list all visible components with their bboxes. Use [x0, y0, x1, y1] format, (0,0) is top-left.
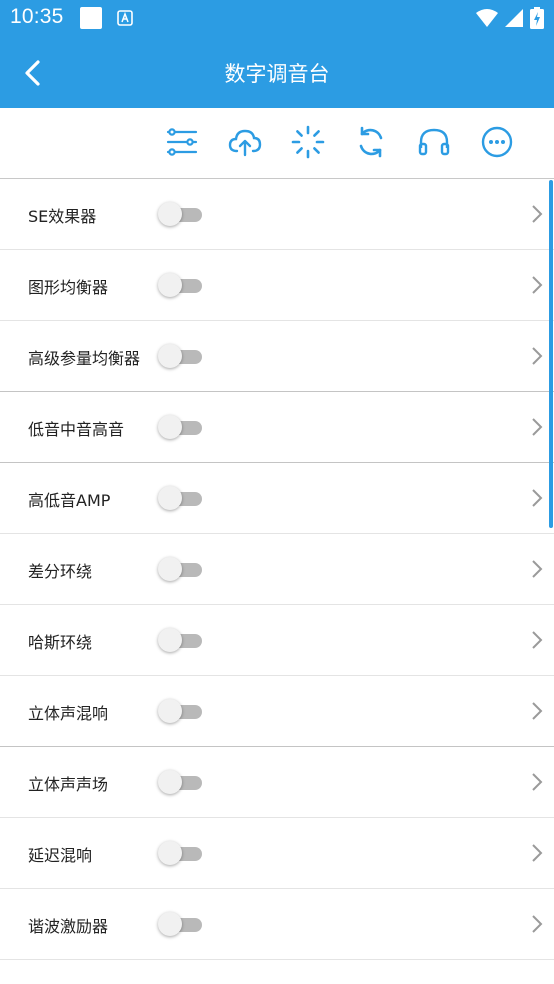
loading-spinner-icon[interactable] [290, 124, 326, 160]
equalizer-sliders-icon[interactable] [164, 124, 200, 160]
toggle-switch[interactable] [158, 770, 204, 794]
chevron-right-icon[interactable] [530, 487, 544, 509]
chevron-right-icon[interactable] [530, 913, 544, 935]
toggle-switch[interactable] [158, 628, 204, 652]
list-item-label: 高级参量均衡器 [28, 349, 141, 368]
chevron-right-icon[interactable] [530, 700, 544, 722]
app-header: 数字调音台 [0, 38, 554, 108]
effects-list: SE效果器 图形均衡器 高级参量均衡器 低音中音高音 高低音AMP 差分环绕 哈… [0, 179, 554, 960]
list-item-label: 低音中音高音 [28, 420, 125, 439]
wifi-icon [476, 9, 498, 27]
chevron-right-icon[interactable] [530, 416, 544, 438]
toggle-switch[interactable] [158, 699, 204, 723]
chevron-right-icon[interactable] [530, 629, 544, 651]
toggle-switch[interactable] [158, 415, 204, 439]
toggle-switch[interactable] [158, 841, 204, 865]
list-item-label: 谐波激励器 [28, 917, 109, 936]
list-item-label: SE效果器 [28, 207, 97, 226]
cloud-upload-icon[interactable] [227, 124, 263, 160]
chevron-right-icon[interactable] [530, 203, 544, 225]
list-item-se-effect[interactable]: SE效果器 [0, 179, 554, 250]
toggle-switch[interactable] [158, 557, 204, 581]
status-time: 10:35 [10, 5, 64, 28]
list-item-label: 延迟混响 [28, 846, 93, 865]
status-bar: 10:35 [0, 0, 554, 38]
list-item-diff-surround[interactable]: 差分环绕 [0, 534, 554, 605]
more-options-icon[interactable] [479, 124, 515, 160]
chevron-right-icon[interactable] [530, 842, 544, 864]
app-notification-icon [117, 10, 133, 26]
list-item-label: 高低音AMP [28, 491, 111, 510]
signal-icon [505, 9, 523, 27]
list-item-parametric-eq[interactable]: 高级参量均衡器 [0, 321, 554, 392]
scrollbar[interactable] [549, 180, 553, 528]
toggle-switch[interactable] [158, 486, 204, 510]
list-item-label: 哈斯环绕 [28, 633, 93, 652]
list-item-graphic-eq[interactable]: 图形均衡器 [0, 250, 554, 321]
toggle-switch[interactable] [158, 202, 204, 226]
list-item-label: 图形均衡器 [28, 278, 109, 297]
toggle-switch[interactable] [158, 344, 204, 368]
sync-icon[interactable] [353, 124, 389, 160]
list-item-amp[interactable]: 高低音AMP [0, 463, 554, 534]
battery-charging-icon [530, 7, 544, 29]
toolbar [0, 108, 554, 179]
page-title: 数字调音台 [224, 62, 330, 86]
list-item-harmonic-exciter[interactable]: 谐波激励器 [0, 889, 554, 960]
chevron-right-icon[interactable] [530, 771, 544, 793]
chevron-right-icon[interactable] [530, 345, 544, 367]
list-item-stereo-field[interactable]: 立体声声场 [0, 747, 554, 818]
list-item-label: 立体声声场 [28, 775, 109, 794]
notification-square-icon [80, 7, 102, 29]
toggle-switch[interactable] [158, 912, 204, 936]
list-item-label: 立体声混响 [28, 704, 109, 723]
chevron-right-icon[interactable] [530, 274, 544, 296]
chevron-right-icon[interactable] [530, 558, 544, 580]
headphones-icon[interactable] [416, 124, 452, 160]
list-item-delay-reverb[interactable]: 延迟混响 [0, 818, 554, 889]
list-item-stereo-reverb[interactable]: 立体声混响 [0, 676, 554, 747]
list-item-bass-mid-treble[interactable]: 低音中音高音 [0, 392, 554, 463]
list-item-label: 差分环绕 [28, 562, 93, 581]
list-item-haas-surround[interactable]: 哈斯环绕 [0, 605, 554, 676]
toggle-switch[interactable] [158, 273, 204, 297]
